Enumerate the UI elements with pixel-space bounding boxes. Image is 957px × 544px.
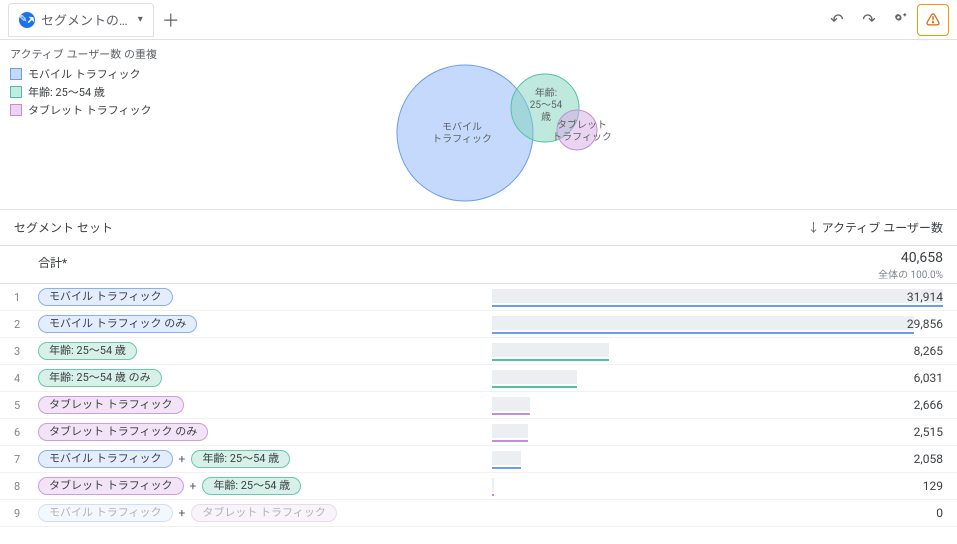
edit-icon: ✎ <box>19 12 35 28</box>
chevron-down-icon[interactable]: ▾ <box>134 14 143 25</box>
bar: 31,914 <box>492 284 943 311</box>
venn-diagram[interactable]: モバイルトラフィック 年齢: 25～54 歳 タブレット トラフィック <box>380 48 740 208</box>
warning-button[interactable]: ⚠ <box>917 4 949 36</box>
swatch-purple <box>10 104 22 116</box>
legend: アクティブ ユーザー数 の重複 モバイル トラフィック 年齢: 25～54 歳 … <box>10 46 157 120</box>
row-value: 2,515 <box>914 425 943 439</box>
totals-value: 40,658 <box>492 250 943 266</box>
table-row[interactable]: 6 タブレット トラフィック のみ 2,515 <box>0 419 957 446</box>
table-body: 1 モバイル トラフィック 31,914 2 モバイル トラフィック のみ 29… <box>0 284 957 527</box>
bar: 6,031 <box>492 365 943 392</box>
chip-age-only[interactable]: 年齢: 25～54 歳 のみ <box>38 369 162 387</box>
table-row[interactable]: 7 モバイル トラフィック + 年齢: 25～54 歳 2,058 <box>0 446 957 473</box>
bar: 0 <box>492 500 943 527</box>
venn-teal-label1: 年齢: <box>535 87 557 99</box>
swatch-teal <box>10 86 22 98</box>
table-row[interactable]: 2 モバイル トラフィック のみ 29,856 <box>0 311 957 338</box>
totals-sub: 全体の 100.0% <box>492 266 943 281</box>
row-value: 31,914 <box>907 290 943 304</box>
venn-blue-label: モバイル <box>442 121 482 133</box>
bar: 2,058 <box>492 446 943 473</box>
table-row[interactable]: 1 モバイル トラフィック 31,914 <box>0 284 957 311</box>
row-value: 2,058 <box>914 452 943 466</box>
venn-purple-label1: タブレット <box>557 119 607 131</box>
plus-icon: + <box>190 479 197 493</box>
row-value: 6,031 <box>914 371 943 385</box>
chip-age[interactable]: 年齢: 25～54 歳 <box>38 342 137 360</box>
col-active-users[interactable]: アクティブ ユーザー数 <box>808 221 943 235</box>
bar: 29,856 <box>492 311 943 338</box>
undo-button[interactable]: ↶ <box>821 4 853 36</box>
legend-label: 年齢: 25～54 歳 <box>28 84 105 100</box>
tab-segment-overlap[interactable]: ✎ セグメントの… ▾ <box>8 3 154 37</box>
warning-icon: ⚠ <box>926 10 940 30</box>
share-icon <box>892 11 910 29</box>
bar: 2,666 <box>492 392 943 419</box>
table-row[interactable]: 8 タブレット トラフィック + 年齢: 25～54 歳 129 <box>0 473 957 500</box>
table-row[interactable]: 9 モバイル トラフィック + タブレット トラフィック 0 <box>0 500 957 527</box>
venn-panel: アクティブ ユーザー数 の重複 モバイル トラフィック 年齢: 25～54 歳 … <box>0 40 957 210</box>
row-value: 8,265 <box>914 344 943 358</box>
legend-item-tablet[interactable]: タブレット トラフィック <box>10 102 157 118</box>
chip-tablet[interactable]: タブレット トラフィック <box>191 504 337 522</box>
row-value: 2,666 <box>914 398 943 412</box>
row-value: 29,856 <box>907 317 943 331</box>
tab-label: セグメントの… <box>41 10 128 29</box>
legend-item-mobile[interactable]: モバイル トラフィック <box>10 66 157 82</box>
share-button[interactable] <box>885 4 917 36</box>
chip-age[interactable]: 年齢: 25～54 歳 <box>191 450 290 468</box>
row-value: 0 <box>936 506 943 520</box>
plus-icon: + <box>179 506 186 520</box>
col-segment-set[interactable]: セグメント セット <box>14 219 492 236</box>
venn-teal-label2: 25～54 <box>530 100 563 111</box>
totals-label: 合計* <box>14 250 492 271</box>
bar: 129 <box>492 473 943 500</box>
chip-tablet-only[interactable]: タブレット トラフィック のみ <box>38 423 208 441</box>
legend-label: モバイル トラフィック <box>28 66 141 82</box>
legend-item-age[interactable]: 年齢: 25～54 歳 <box>10 84 157 100</box>
totals-row: 合計* 40,658 全体の 100.0% <box>0 246 957 284</box>
venn-purple-label2: トラフィック <box>552 131 612 143</box>
chip-mobile-only[interactable]: モバイル トラフィック のみ <box>38 315 197 333</box>
chip-tablet[interactable]: タブレット トラフィック <box>38 477 184 495</box>
row-value: 129 <box>923 479 943 493</box>
redo-button[interactable]: ↷ <box>853 4 885 36</box>
venn-teal-label3: 歳 <box>541 112 551 123</box>
toolbar: ✎ セグメントの… ▾ ＋ ↶ ↷ ⚠ <box>0 0 957 40</box>
table-row[interactable]: 3 年齢: 25～54 歳 8,265 <box>0 338 957 365</box>
legend-title: アクティブ ユーザー数 の重複 <box>10 46 157 62</box>
add-tab-button[interactable]: ＋ <box>154 3 188 37</box>
swatch-blue <box>10 68 22 80</box>
bar: 8,265 <box>492 338 943 365</box>
chip-tablet[interactable]: タブレット トラフィック <box>38 396 184 414</box>
chip-mobile[interactable]: モバイル トラフィック <box>38 288 173 306</box>
legend-label: タブレット トラフィック <box>28 102 152 118</box>
plus-icon: + <box>179 452 186 466</box>
table-row[interactable]: 5 タブレット トラフィック 2,666 <box>0 392 957 419</box>
chip-mobile[interactable]: モバイル トラフィック <box>38 450 173 468</box>
chip-mobile[interactable]: モバイル トラフィック <box>38 504 173 522</box>
bar: 2,515 <box>492 419 943 446</box>
table-row[interactable]: 4 年齢: 25～54 歳 のみ 6,031 <box>0 365 957 392</box>
chip-age[interactable]: 年齢: 25～54 歳 <box>202 477 301 495</box>
table-header: セグメント セット アクティブ ユーザー数 <box>0 210 957 246</box>
